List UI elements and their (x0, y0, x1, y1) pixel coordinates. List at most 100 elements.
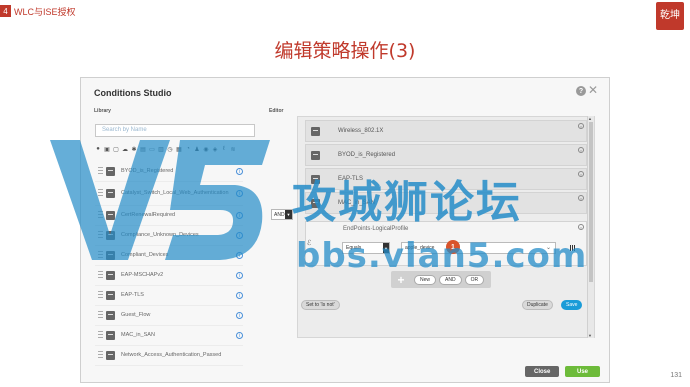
drag-handle-icon[interactable] (98, 331, 103, 340)
new-button[interactable]: New (414, 274, 437, 285)
watermark-url: bbs.vlan5.com (296, 236, 588, 276)
save-button[interactable]: Save (561, 300, 583, 310)
seal-text: 乾坤 (660, 10, 680, 21)
settings-icon[interactable]: ✱ (131, 146, 137, 153)
drag-handle-icon[interactable] (98, 351, 103, 360)
library-item-label: Catalyst_Switch_Local_Web_Authentication (121, 190, 229, 196)
library-item[interactable]: Network_Access_Authentication_Passed (95, 346, 243, 366)
check-icon[interactable]: ◉ (203, 146, 209, 153)
use-button[interactable]: Use (565, 366, 601, 377)
condition-icon (106, 231, 115, 240)
scroll-up-icon[interactable]: ▲ (588, 116, 592, 121)
drag-handle-icon[interactable] (98, 291, 103, 300)
editor-condition-row[interactable]: BYOD_is_Registered × (305, 144, 587, 166)
conditions-studio-dialog: Conditions Studio ? ✕ Library Search by … (80, 77, 610, 383)
user-icon[interactable]: ♟ (194, 146, 200, 153)
close-button[interactable]: Close (525, 366, 560, 377)
scroll-down-icon[interactable]: ▼ (588, 333, 592, 338)
editor-condition-row[interactable]: Wireless_802.1X × (305, 120, 587, 142)
duplicate-button[interactable]: Duplicate (522, 300, 553, 310)
dialog-title: Conditions Studio (94, 88, 172, 98)
info-icon[interactable]: i (236, 312, 243, 319)
library-item[interactable]: Guest_Flow i (95, 306, 243, 326)
library-item-label: EAP-TLS (121, 292, 144, 298)
slide-section-tag: 4 WLC与ISE授权 (0, 5, 76, 17)
library-search-input[interactable]: Search by Name (95, 124, 255, 137)
page-number: 131 (670, 372, 682, 379)
info-icon[interactable]: i (236, 292, 243, 299)
editor-scrollbar[interactable]: ▲ ▼ (587, 116, 594, 338)
library-item-label: EAP-MSCHAPv2 (121, 272, 164, 278)
cloud-icon[interactable]: ☁ (122, 146, 128, 153)
library-item-label: BYOD_is_Registered (121, 168, 174, 174)
condition-icon (106, 331, 115, 340)
library-item-label: MAC_in_SAN (121, 332, 155, 338)
doc-icon[interactable]: ▦ (176, 146, 182, 153)
help-icon[interactable]: ? (576, 86, 586, 96)
monitor-icon[interactable]: ▭ (149, 146, 155, 153)
link-icon[interactable]: ℓ (221, 146, 227, 153)
library-item-label: CertRenewalRequired (121, 212, 176, 218)
remove-icon[interactable]: × (578, 224, 584, 230)
info-icon[interactable]: i (236, 332, 243, 339)
library-item[interactable]: MAC_in_SAN i (95, 326, 243, 346)
info-icon[interactable]: i (236, 190, 243, 197)
info-icon[interactable]: i (236, 212, 243, 219)
shield-icon[interactable]: ◈ (212, 146, 218, 153)
editor-label: Editor (269, 108, 284, 114)
drag-handle-icon[interactable] (98, 311, 103, 320)
wifi-icon[interactable]: ≋ (230, 146, 236, 153)
server-icon[interactable]: ▥ (158, 146, 164, 153)
library-item[interactable]: Catalyst_Switch_Local_Web_Authentication… (95, 182, 243, 206)
clock-icon[interactable]: ◷ (167, 146, 173, 153)
section-number: 4 (0, 5, 11, 17)
library-item[interactable]: Compliant_Devices i (95, 246, 243, 266)
drag-handle-icon[interactable] (98, 189, 103, 198)
close-icon[interactable]: ✕ (588, 83, 598, 97)
library-filter-icons: ● ▣ ▢ ☁ ✱ ▤ ▭ ▥ ◷ ▦ ◔ ♟ ◉ ◈ ℓ ≋ (95, 146, 236, 153)
info-icon[interactable]: i (236, 168, 243, 175)
device-icon[interactable]: ▣ (104, 146, 110, 153)
seal-logo: 乾坤 (656, 2, 684, 30)
info-icon[interactable]: i (236, 232, 243, 239)
watermark-text: 攻城狮论坛 (292, 177, 522, 228)
drag-handle-icon[interactable] (98, 231, 103, 240)
or-button[interactable]: OR (464, 274, 485, 285)
location-icon[interactable]: ● (95, 146, 101, 153)
drag-handle-icon[interactable] (98, 251, 103, 260)
library-list: BYOD_is_Registered i Catalyst_Switch_Loca… (95, 162, 243, 366)
remove-icon[interactable]: × (578, 195, 584, 201)
info-icon[interactable]: i (236, 252, 243, 259)
condition-icon (106, 291, 115, 300)
library-item-label: Compliant_Devices (121, 252, 169, 258)
condition-icon (106, 351, 115, 360)
and-operator-select[interactable]: AND ▼ (271, 209, 293, 220)
scrollbar-thumb[interactable] (589, 122, 593, 282)
library-item[interactable]: EAP-TLS i (95, 286, 243, 306)
section-title: WLC与ISE授权 (14, 6, 76, 17)
library-item[interactable]: Compliance_Unknown_Devices i (95, 226, 243, 246)
drag-handle-icon[interactable] (98, 211, 103, 220)
condition-icon (106, 167, 115, 176)
set-to-is-not-button[interactable]: Set to 'Is not' (301, 300, 340, 310)
network-icon[interactable]: ▢ (113, 146, 119, 153)
remove-icon[interactable]: × (578, 123, 584, 129)
switch-icon[interactable]: ▤ (140, 146, 146, 153)
drag-handle-icon[interactable] (98, 271, 103, 280)
info-icon[interactable]: i (236, 272, 243, 279)
library-item[interactable]: CertRenewalRequired i (95, 206, 243, 226)
remove-icon[interactable]: × (578, 147, 584, 153)
and-button[interactable]: AND (439, 274, 462, 285)
library-item[interactable]: EAP-MSCHAPv2 i (95, 266, 243, 286)
condition-icon (106, 311, 115, 320)
library-item[interactable]: BYOD_is_Registered i (95, 162, 243, 182)
library-item-label: Compliance_Unknown_Devices (121, 232, 199, 238)
slide-title: 编辑策略操作(3) (274, 40, 416, 62)
remove-icon[interactable]: × (578, 171, 584, 177)
library-item-label: Guest_Flow (121, 312, 151, 318)
library-label: Library (94, 108, 111, 114)
time-icon[interactable]: ◔ (185, 146, 191, 153)
drag-handle-icon[interactable] (98, 167, 103, 176)
and-operator-value: AND (274, 211, 285, 218)
condition-icon (106, 251, 115, 260)
